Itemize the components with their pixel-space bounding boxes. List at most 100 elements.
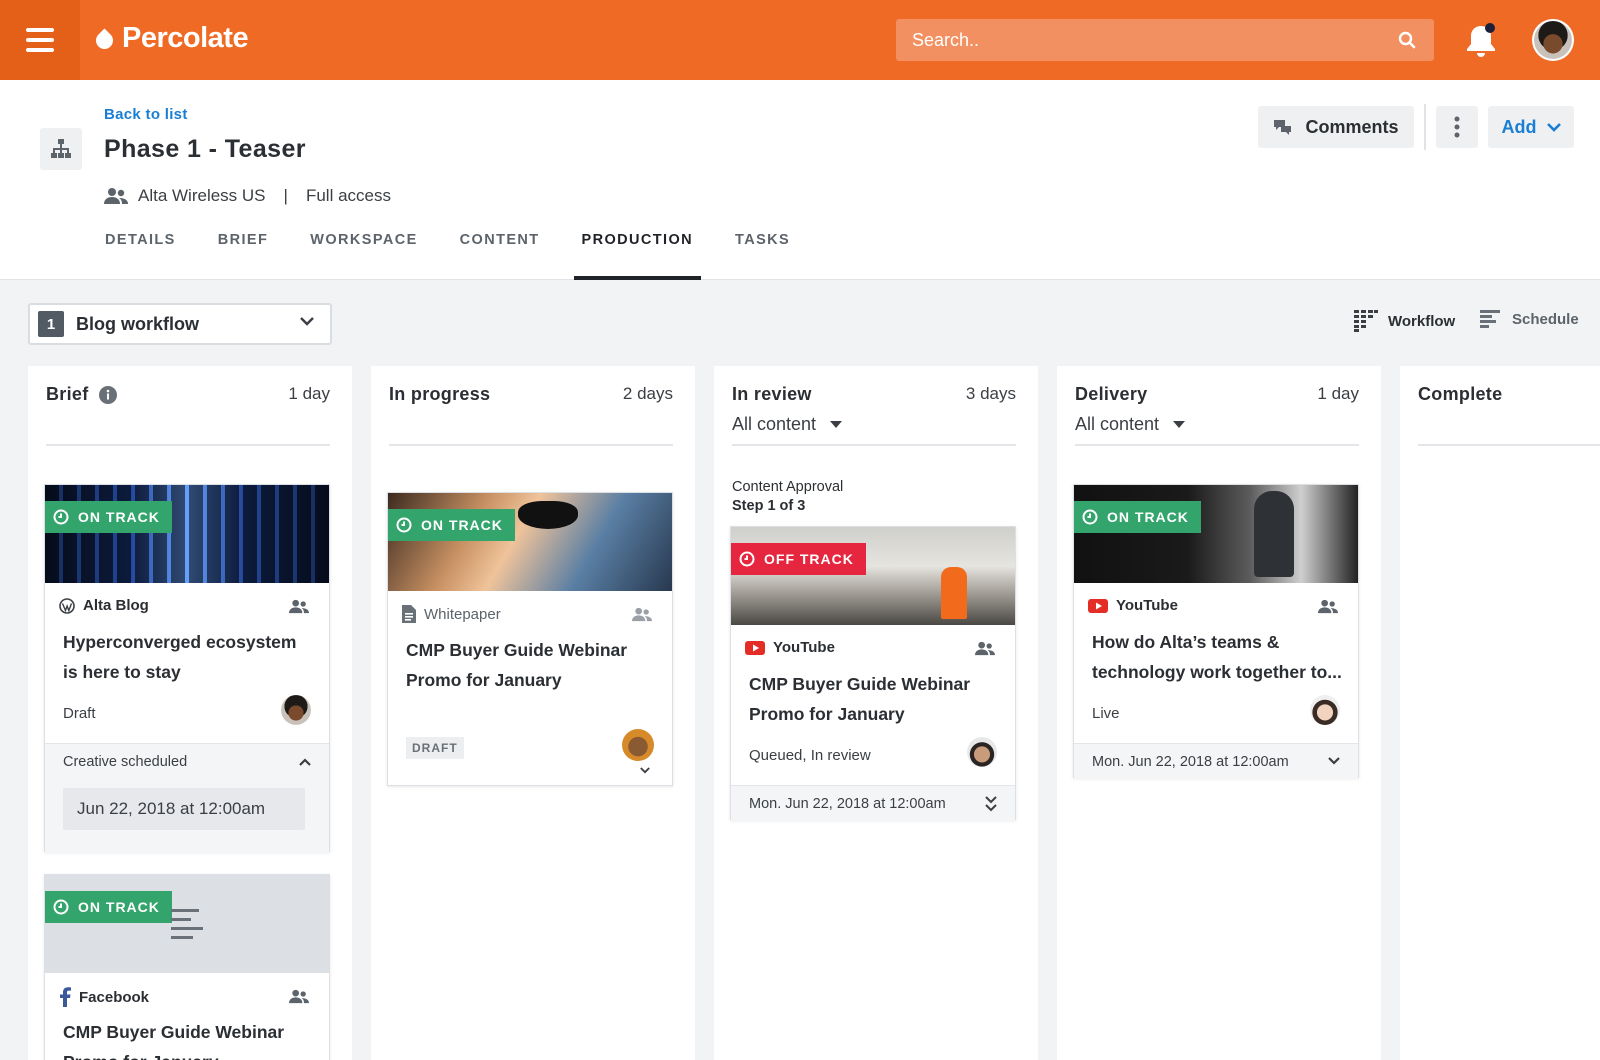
schedule-label: Creative scheduled [63, 754, 188, 770]
chevron-down-icon [1328, 757, 1340, 765]
app-name: Percolate [122, 22, 249, 54]
card-status: Draft [63, 705, 96, 722]
workflow-view-button[interactable]: Workflow [1354, 310, 1455, 332]
approval-step: Content Approval Step 1 of 3 [732, 478, 843, 516]
comments-button[interactable]: Comments [1258, 106, 1414, 148]
back-to-list-link[interactable]: Back to list [104, 106, 188, 123]
card-title: Hyperconverged ecosystem is here to stay [63, 632, 297, 682]
app-logo[interactable]: Percolate [92, 22, 249, 55]
clock-icon [739, 551, 755, 567]
people-icon[interactable] [975, 641, 995, 656]
tab-content[interactable]: CONTENT [439, 222, 561, 280]
assignee-avatar[interactable] [1310, 695, 1340, 725]
status-badge: ON TRACK [45, 891, 172, 923]
assignee-avatar[interactable] [622, 729, 654, 761]
comments-icon [1274, 120, 1292, 135]
tab-production[interactable]: PRODUCTION [561, 222, 714, 280]
column-title-text: Brief [46, 384, 89, 404]
worker-image [941, 567, 967, 619]
tab-tasks[interactable]: TASKS [714, 222, 811, 280]
page-meta: Alta Wireless US | Full access [104, 186, 391, 206]
column-duration: 1 day [288, 384, 330, 403]
caret-down-icon [830, 421, 843, 428]
chevron-down-icon[interactable] [640, 767, 650, 774]
approval-step-count: Step 1 of 3 [732, 498, 806, 514]
meta-separator: | [283, 186, 288, 205]
sunglasses-image [518, 501, 578, 529]
card-channel: Alta Blog [59, 597, 149, 614]
assignee-avatar[interactable] [967, 737, 997, 767]
tab-bar: DETAILS BRIEF WORKSPACE CONTENT PRODUCTI… [84, 222, 811, 280]
youtube-icon [745, 640, 765, 655]
tab-details[interactable]: DETAILS [84, 222, 197, 280]
content-filter-label: All content [732, 414, 817, 434]
content-card[interactable]: ON TRACK Alta Blog Hyperconverged ecosys… [44, 484, 330, 853]
more-options-button[interactable] [1436, 106, 1478, 148]
card-thumbnail: ON TRACK [45, 485, 329, 583]
page-header: Back to list Phase 1 - Teaser Alta Wirel… [0, 80, 1600, 280]
draft-badge: DRAFT [406, 737, 464, 759]
notifications-button[interactable] [1462, 20, 1500, 60]
workflow-select[interactable]: 1 Blog workflow [28, 303, 332, 345]
caret-down-icon [1173, 421, 1186, 428]
content-card[interactable]: OFF TRACK YouTube CMP Buyer Guide Webina… [730, 526, 1016, 821]
add-button[interactable]: Add [1488, 106, 1574, 148]
avatar-image [281, 695, 311, 725]
owner-name[interactable]: Alta Wireless US [138, 186, 266, 206]
card-status: Queued, In review [749, 747, 871, 764]
card-channel-label: Whitepaper [424, 605, 501, 623]
card-thumbnail: OFF TRACK [731, 527, 1015, 625]
scheduled-date: Mon. Jun 22, 2018 at 12:00am [749, 795, 946, 812]
scheduled-date-field[interactable]: Jun 22, 2018 at 12:00am [63, 788, 305, 830]
workflow-number: 1 [38, 311, 64, 337]
toolbar-divider [1424, 104, 1426, 150]
schedule-view-button[interactable]: Schedule [1480, 310, 1579, 328]
content-card[interactable]: ON TRACK Facebook CMP Buyer Guide Webina… [44, 874, 330, 1060]
content-card[interactable]: ON TRACK YouTube How do Alta’s teams & t… [1073, 484, 1359, 779]
chevron-down-icon [300, 317, 314, 326]
content-filter-dropdown[interactable]: All content [732, 414, 843, 435]
clock-icon [1082, 509, 1098, 525]
status-badge: ON TRACK [388, 509, 515, 541]
add-label: Add [1501, 116, 1537, 137]
clock-icon [53, 509, 69, 525]
tab-brief[interactable]: BRIEF [197, 222, 290, 280]
card-title: CMP Buyer Guide Webinar Promo for Januar… [406, 640, 628, 690]
card-title-text: How do Alta’s teams & technology work to… [1092, 632, 1342, 682]
user-avatar[interactable] [1532, 19, 1574, 61]
column-title: Complete [1418, 384, 1503, 404]
card-thumbnail: ON TRACK [388, 493, 672, 591]
menu-button[interactable] [0, 0, 80, 80]
status-badge: ON TRACK [45, 501, 172, 533]
workflow-label: Blog workflow [76, 313, 199, 334]
status-badge-label: ON TRACK [1107, 509, 1189, 525]
column-duration: 3 days [965, 384, 1016, 403]
people-icon[interactable] [289, 599, 309, 614]
card-schedule-bar[interactable]: Mon. Jun 22, 2018 at 12:00am [1074, 743, 1358, 779]
card-channel: YouTube [745, 639, 835, 656]
vertical-dots-icon [1454, 116, 1460, 138]
search-box [896, 19, 1434, 61]
approval-label: Content Approval [732, 479, 844, 495]
team-icon [104, 188, 128, 204]
card-status: Live [1092, 705, 1120, 722]
people-icon[interactable] [1318, 599, 1338, 614]
search-input[interactable] [896, 19, 1434, 61]
facebook-icon [60, 987, 71, 1007]
hierarchy-icon [40, 128, 82, 170]
people-icon[interactable] [289, 989, 309, 1004]
card-schedule-bar[interactable]: Mon. Jun 22, 2018 at 12:00am [731, 785, 1015, 821]
chevron-up-icon[interactable] [299, 758, 311, 766]
content-card[interactable]: ON TRACK Whitepaper CMP Buyer Guide Webi… [387, 492, 673, 786]
avatar-image [1534, 21, 1572, 59]
info-icon[interactable] [98, 385, 117, 404]
scheduled-date: Mon. Jun 22, 2018 at 12:00am [1092, 753, 1289, 770]
tab-workspace[interactable]: WORKSPACE [289, 222, 438, 280]
people-icon[interactable] [632, 607, 652, 622]
assignee-avatar[interactable] [281, 695, 311, 725]
column-header: Complete [1418, 384, 1600, 446]
card-title: CMP Buyer Guide Webinar Promo for Januar… [749, 674, 971, 724]
content-filter-dropdown[interactable]: All content [1075, 414, 1186, 435]
search-icon[interactable] [1398, 31, 1416, 49]
content-filter-label: All content [1075, 414, 1160, 434]
